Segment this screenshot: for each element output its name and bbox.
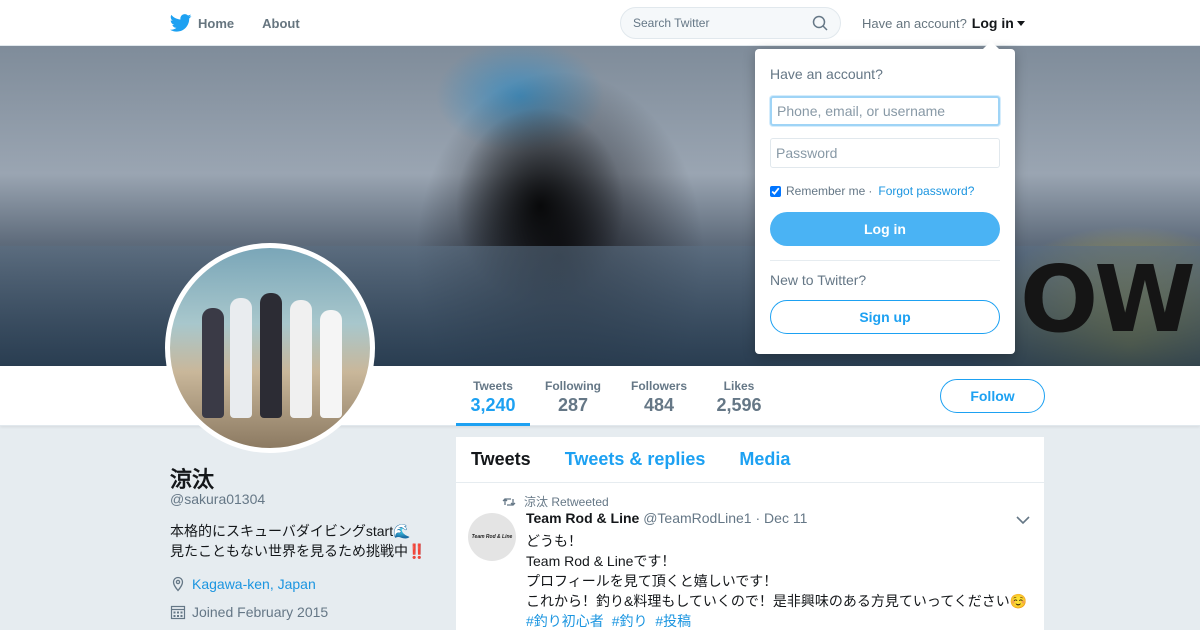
hashtag-link[interactable]: #釣り xyxy=(612,613,648,629)
tweet-author-handle[interactable]: @TeamRodLine1 xyxy=(643,510,751,526)
retweet-icon xyxy=(502,497,516,506)
tweet-line: どうも！ xyxy=(526,533,582,549)
tab-media[interactable]: Media xyxy=(739,449,790,470)
tweet-date[interactable]: Dec 11 xyxy=(764,510,807,526)
bio-line: 見たこともない世界を見るため挑戦中‼️ xyxy=(170,543,426,559)
chevron-down-icon[interactable] xyxy=(1016,515,1030,525)
profile-handle: @sakura01304 xyxy=(170,491,266,507)
profile-name: 涼汰 xyxy=(170,467,215,492)
location-link[interactable]: Kagawa-ken, Japan xyxy=(192,576,316,592)
nav-left: Home About xyxy=(170,0,328,46)
stat-value: 3,240 xyxy=(470,395,516,415)
nav-home[interactable]: Home xyxy=(170,14,234,32)
timeline: Tweets Tweets & replies Media 涼汰 Retweet… xyxy=(456,437,1044,630)
remember-row: Remember me · Forgot password? xyxy=(770,184,1000,198)
joined-date: Joined February 2015 xyxy=(192,604,329,620)
stat-label: Likes xyxy=(723,379,755,393)
avatar-figure xyxy=(320,310,342,418)
avatar-figure xyxy=(260,293,282,418)
have-account-label: Have an account? xyxy=(862,15,967,31)
follow-button[interactable]: Follow xyxy=(940,379,1045,413)
hashtag-link[interactable]: #投稿 xyxy=(655,613,691,629)
hashtag-link[interactable]: #釣り初心者 xyxy=(526,613,604,629)
stat-label: Following xyxy=(545,379,601,393)
profile-joined: Joined February 2015 xyxy=(170,604,328,620)
username-field[interactable] xyxy=(770,96,1000,126)
top-nav: Home About Search Twitter Have an accoun… xyxy=(0,0,1200,46)
stat-value: 287 xyxy=(557,395,589,415)
search-input[interactable]: Search Twitter xyxy=(620,7,841,39)
avatar-figure xyxy=(290,300,312,418)
stat-following[interactable]: Following 287 xyxy=(538,366,608,426)
tweet-line: プロフィールを見て頂くと嬉しいです！ xyxy=(526,573,778,589)
location-pin-icon xyxy=(172,576,184,592)
nav-about[interactable]: About xyxy=(262,16,300,31)
forgot-password-link[interactable]: Forgot password? xyxy=(878,184,974,198)
signup-button[interactable]: Sign up xyxy=(770,300,1000,334)
stat-likes[interactable]: Likes 2,596 xyxy=(709,366,769,426)
search-icon[interactable] xyxy=(812,15,828,31)
profile-avatar[interactable] xyxy=(165,243,375,453)
tweet-separator: · xyxy=(755,510,761,526)
remember-label[interactable]: Remember me xyxy=(786,184,865,198)
profile-location: Kagawa-ken, Japan xyxy=(170,576,316,592)
login-dropdown: Have an account? Remember me · Forgot pa… xyxy=(755,41,1015,354)
avatar-figure xyxy=(202,308,224,418)
stat-label: Tweets xyxy=(473,379,513,393)
avatar-figure xyxy=(230,298,252,418)
stat-value: 2,596 xyxy=(716,395,762,415)
tweet-avatar[interactable]: Team Rod & Line xyxy=(468,513,516,561)
caret-down-icon xyxy=(1016,20,1025,26)
profile-bio: 本格的にスキューバダイビングstart🌊 見たこともない世界を見るため挑戦中‼️ xyxy=(170,521,440,561)
retweet-context: 涼汰 Retweeted xyxy=(502,493,609,510)
twitter-bird-icon xyxy=(170,14,192,32)
tweet-header: Team Rod & Line @TeamRodLine1 · Dec 11 xyxy=(526,510,807,526)
banner-text: OW xyxy=(1020,246,1196,353)
tab-tweets[interactable]: Tweets xyxy=(471,449,531,470)
login-toggle[interactable]: Have an account? Log in xyxy=(862,15,1025,31)
tweet-hashtags: #釣り初心者 #釣り #投稿 xyxy=(526,611,1036,630)
bio-line: 本格的にスキューバダイビングstart🌊 xyxy=(170,523,411,539)
remember-separator: · xyxy=(868,184,873,198)
timeline-tabs: Tweets Tweets & replies Media xyxy=(456,437,1044,483)
divider xyxy=(770,260,1000,261)
nav-about-label: About xyxy=(262,15,300,31)
stat-label: Followers xyxy=(630,379,687,393)
login-link[interactable]: Log in xyxy=(972,15,1014,31)
login-button[interactable]: Log in xyxy=(770,212,1000,246)
new-to-twitter-label: New to Twitter? xyxy=(770,272,867,288)
remember-checkbox[interactable] xyxy=(770,185,781,197)
tab-tweets-replies[interactable]: Tweets & replies xyxy=(565,449,706,470)
stat-followers[interactable]: Followers 484 xyxy=(622,366,696,426)
dropdown-title: Have an account? xyxy=(770,66,883,82)
retweeted-by: 涼汰 Retweeted xyxy=(524,495,609,509)
stat-value: 484 xyxy=(643,395,675,415)
calendar-icon xyxy=(170,605,186,620)
stat-tweets[interactable]: Tweets 3,240 xyxy=(456,366,530,426)
nav-home-label: Home xyxy=(198,15,235,31)
search-placeholder: Search Twitter xyxy=(633,16,710,30)
tweet-text: どうも！ Team Rod & Lineです！ プロフィールを見て頂くと嬉しいで… xyxy=(526,531,1036,630)
password-field[interactable] xyxy=(770,138,1000,168)
tweet[interactable]: 涼汰 Retweeted Team Rod & Line Team Rod & … xyxy=(456,483,1044,630)
tweet-line: Team Rod & Lineです！ xyxy=(526,553,676,569)
tweet-author-name[interactable]: Team Rod & Line xyxy=(526,510,639,526)
tweet-line: これから！釣り&料理もしていくので！是非興味のある方見ていってください☺️ xyxy=(526,593,1028,609)
